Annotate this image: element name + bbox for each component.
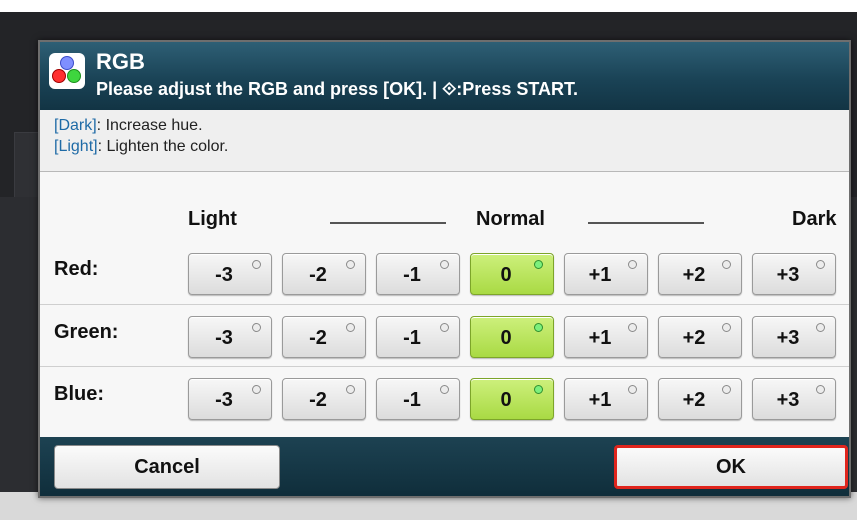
- level-label: +1: [588, 327, 612, 349]
- scale-dark-label: Dark: [792, 208, 837, 230]
- level-label: +2: [682, 264, 706, 286]
- info-light-text: : Lighten the color.: [97, 138, 229, 155]
- indicator-icon: [346, 385, 355, 394]
- level-button[interactable]: +3: [752, 316, 836, 358]
- level-button[interactable]: -3: [188, 378, 272, 420]
- indicator-icon: [252, 385, 261, 394]
- level-button[interactable]: +2: [658, 316, 742, 358]
- indicator-icon: [440, 323, 449, 332]
- level-button[interactable]: +1: [564, 253, 648, 295]
- level-button[interactable]: +2: [658, 378, 742, 420]
- level-button[interactable]: -2: [282, 316, 366, 358]
- indicator-icon: [440, 385, 449, 394]
- indicator-icon: [346, 323, 355, 332]
- level-button[interactable]: -2: [282, 378, 366, 420]
- level-label: 0: [500, 264, 512, 286]
- footer-bar: Cancel OK: [40, 437, 849, 496]
- level-button[interactable]: -1: [376, 316, 460, 358]
- indicator-icon: [440, 260, 449, 269]
- dialog-instructions: Please adjust the RGB and press [OK]. | …: [96, 79, 579, 99]
- level-label: +3: [776, 389, 800, 411]
- indicator-icon: [628, 385, 637, 394]
- info-box: [Dark]: Increase hue. [Light]: Lighten t…: [40, 110, 849, 172]
- indicator-icon: [534, 385, 543, 394]
- level-button[interactable]: +1: [564, 378, 648, 420]
- scale-normal-label: Normal: [476, 208, 545, 230]
- scale-divider: [330, 222, 446, 224]
- level-label: +3: [776, 264, 800, 286]
- indicator-icon: [722, 385, 731, 394]
- level-button[interactable]: +3: [752, 378, 836, 420]
- cancel-button[interactable]: Cancel: [54, 445, 280, 489]
- level-button[interactable]: 0: [470, 316, 554, 358]
- level-label: -3: [215, 389, 233, 411]
- level-label: +3: [776, 327, 800, 349]
- level-button[interactable]: 0: [470, 378, 554, 420]
- indicator-icon: [252, 260, 261, 269]
- color-row: Blue: -3 -2 -1 0 +1 +2 +3: [40, 366, 849, 428]
- level-button[interactable]: +1: [564, 316, 648, 358]
- color-row: Green: -3 -2 -1 0 +1 +2 +3: [40, 304, 849, 366]
- level-label: 0: [500, 389, 512, 411]
- level-label: -3: [215, 327, 233, 349]
- indicator-icon: [816, 385, 825, 394]
- info-dark-text: : Increase hue.: [96, 117, 203, 134]
- level-label: -2: [309, 389, 327, 411]
- rgb-color-icon: [49, 53, 85, 89]
- indicator-icon: [816, 323, 825, 332]
- level-button[interactable]: -3: [188, 316, 272, 358]
- title-bar: RGB Please adjust the RGB and press [OK]…: [40, 42, 849, 110]
- info-dark-key: [Dark]: [54, 117, 97, 134]
- level-label: -1: [403, 327, 421, 349]
- row-label: Blue:: [54, 383, 104, 405]
- scale-light-label: Light: [188, 208, 237, 230]
- level-button[interactable]: 0: [470, 253, 554, 295]
- scale-divider: [588, 222, 704, 224]
- indicator-icon: [534, 323, 543, 332]
- level-button[interactable]: +3: [752, 253, 836, 295]
- level-label: +1: [588, 389, 612, 411]
- row-label: Red:: [54, 258, 99, 280]
- info-light-line: [Light]: Lighten the color.: [54, 138, 849, 159]
- indicator-icon: [534, 260, 543, 269]
- color-row: Red: -3 -2 -1 0 +1 +2 +3: [40, 242, 849, 304]
- indicator-icon: [628, 323, 637, 332]
- rgb-dialog: RGB Please adjust the RGB and press [OK]…: [38, 40, 851, 498]
- ok-button[interactable]: OK: [614, 445, 848, 489]
- info-light-key: [Light]: [54, 138, 98, 155]
- indicator-icon: [722, 323, 731, 332]
- level-button[interactable]: -2: [282, 253, 366, 295]
- indicator-icon: [816, 260, 825, 269]
- level-label: +1: [588, 264, 612, 286]
- level-label: -1: [403, 264, 421, 286]
- indicator-icon: [346, 260, 355, 269]
- level-label: 0: [500, 327, 512, 349]
- indicator-icon: [252, 323, 261, 332]
- level-label: -2: [309, 264, 327, 286]
- dialog-title: RGB: [96, 49, 145, 74]
- level-button[interactable]: +2: [658, 253, 742, 295]
- level-label: +2: [682, 327, 706, 349]
- row-label: Green:: [54, 321, 119, 343]
- level-label: -1: [403, 389, 421, 411]
- indicator-icon: [628, 260, 637, 269]
- info-dark-line: [Dark]: Increase hue.: [54, 117, 849, 138]
- level-button[interactable]: -3: [188, 253, 272, 295]
- scale-header: Light Normal Dark: [40, 208, 849, 238]
- level-label: -2: [309, 327, 327, 349]
- level-label: +2: [682, 389, 706, 411]
- level-label: -3: [215, 264, 233, 286]
- indicator-icon: [722, 260, 731, 269]
- rgb-adjust-grid: Red: -3 -2 -1 0 +1 +2 +3 Green: -3 -2 -1 0 +1 +2 +3 Blue…: [40, 242, 849, 428]
- level-button[interactable]: -1: [376, 253, 460, 295]
- level-button[interactable]: -1: [376, 378, 460, 420]
